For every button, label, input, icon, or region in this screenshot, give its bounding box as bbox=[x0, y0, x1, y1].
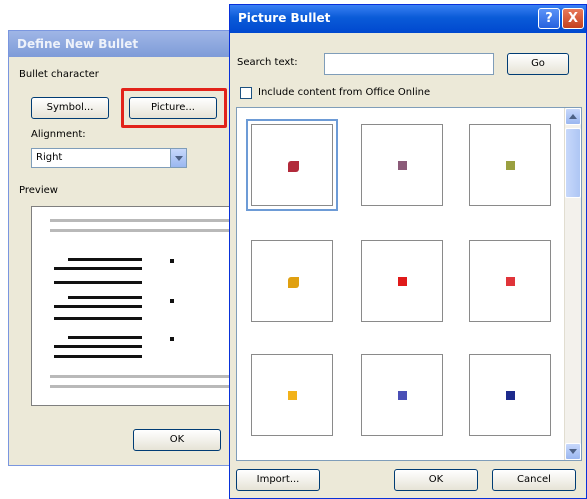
preview-line bbox=[54, 345, 142, 348]
import-button[interactable]: Import... bbox=[236, 469, 320, 491]
search-text-label: Search text: bbox=[237, 57, 298, 68]
preview-line bbox=[54, 305, 142, 308]
preview-line bbox=[68, 296, 142, 299]
picture-bullet-item[interactable] bbox=[469, 240, 551, 322]
preview-label: Preview bbox=[19, 185, 58, 196]
preview-bullet-dot bbox=[170, 299, 174, 303]
go-button[interactable]: Go bbox=[507, 53, 569, 75]
preview-line bbox=[54, 267, 142, 270]
picture-bullet-gallery bbox=[236, 107, 582, 461]
square-bullet-icon bbox=[398, 161, 407, 170]
picture-button[interactable]: Picture... bbox=[129, 97, 217, 119]
symbol-button[interactable]: Symbol... bbox=[31, 97, 109, 119]
square-bullet-icon bbox=[506, 391, 515, 400]
square-bullet-icon bbox=[398, 391, 407, 400]
include-online-checkbox[interactable] bbox=[240, 87, 252, 99]
square-bullet-icon bbox=[398, 277, 407, 286]
picture-bullet-ok-button[interactable]: OK bbox=[394, 469, 478, 491]
bullet-character-label: Bullet character bbox=[19, 69, 99, 80]
gallery-scrollbar[interactable] bbox=[564, 108, 581, 460]
alignment-selected-value: Right bbox=[36, 152, 63, 163]
preview-line bbox=[54, 355, 142, 358]
preview-line bbox=[50, 375, 236, 378]
scroll-up-icon[interactable] bbox=[565, 108, 581, 125]
include-online-label[interactable]: Include content from Office Online bbox=[258, 87, 430, 98]
define-bullet-ok-button[interactable]: OK bbox=[133, 429, 221, 451]
bullet-preview-pane bbox=[31, 206, 236, 406]
decorative-bullet-icon bbox=[288, 277, 299, 288]
decorative-bullet-icon bbox=[288, 161, 299, 172]
picture-bullet-item[interactable] bbox=[469, 354, 551, 436]
picture-bullet-item[interactable] bbox=[246, 119, 338, 211]
help-icon[interactable]: ? bbox=[538, 8, 560, 29]
chevron-down-icon[interactable] bbox=[170, 149, 186, 167]
picture-bullet-item[interactable] bbox=[361, 354, 443, 436]
square-bullet-icon bbox=[288, 391, 297, 400]
search-text-input[interactable] bbox=[324, 53, 494, 75]
scrollbar-thumb[interactable] bbox=[565, 128, 581, 198]
picture-bullet-item[interactable] bbox=[251, 354, 333, 436]
preview-line bbox=[50, 385, 236, 388]
square-bullet-icon bbox=[506, 161, 515, 170]
preview-bullet-dot bbox=[170, 337, 174, 341]
scroll-down-icon[interactable] bbox=[565, 443, 581, 460]
alignment-label-text: Alignment: bbox=[31, 129, 86, 140]
picture-bullet-item[interactable] bbox=[251, 240, 333, 322]
picture-bullet-item[interactable] bbox=[361, 124, 443, 206]
preview-line bbox=[50, 229, 236, 232]
picture-bullet-item[interactable] bbox=[361, 240, 443, 322]
picture-bullet-titlebar[interactable]: Picture Bullet ? X bbox=[230, 5, 586, 33]
preview-line bbox=[68, 336, 142, 339]
close-icon[interactable]: X bbox=[562, 8, 584, 29]
square-bullet-icon bbox=[506, 277, 515, 286]
picture-bullet-dialog: Picture Bullet ? X Search text: Go Inclu… bbox=[229, 4, 587, 499]
alignment-select[interactable]: Right bbox=[31, 148, 187, 168]
preview-bullet-dot bbox=[170, 259, 174, 263]
cancel-button[interactable]: Cancel bbox=[492, 469, 576, 491]
picture-bullet-item[interactable] bbox=[469, 124, 551, 206]
preview-line bbox=[54, 281, 142, 284]
preview-line bbox=[50, 219, 236, 222]
define-new-bullet-title: Define New Bullet bbox=[17, 37, 139, 51]
define-new-bullet-titlebar[interactable]: Define New Bullet bbox=[9, 31, 239, 57]
preview-line bbox=[54, 317, 142, 320]
picture-bullet-title: Picture Bullet bbox=[238, 11, 331, 25]
preview-line bbox=[68, 258, 142, 261]
define-new-bullet-dialog: Define New Bullet Bullet character Symbo… bbox=[8, 30, 240, 466]
